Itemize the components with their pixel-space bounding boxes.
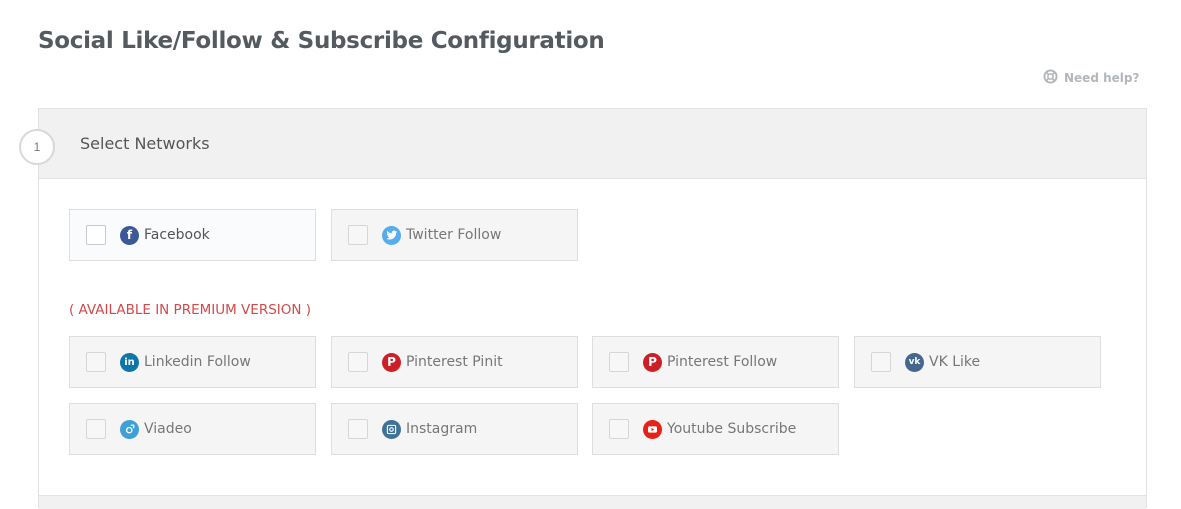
network-option-youtube-subscribe[interactable]: Youtube Subscribe xyxy=(592,403,839,455)
network-label: Pinterest Follow xyxy=(667,354,778,370)
pinterest-follow-checkbox[interactable] xyxy=(609,352,629,372)
network-label: Twitter Follow xyxy=(406,227,502,243)
network-label: Linkedin Follow xyxy=(144,354,251,370)
step-number: 1 xyxy=(19,129,55,165)
pinterest-pinit-checkbox[interactable] xyxy=(348,352,368,372)
viadeo-icon xyxy=(120,419,139,439)
network-option-linkedin-follow[interactable]: in Linkedin Follow xyxy=(69,336,316,388)
network-label: Pinterest Pinit xyxy=(406,354,503,370)
network-option-twitter-follow[interactable]: Twitter Follow xyxy=(331,209,578,261)
linkedin-icon: in xyxy=(120,352,139,372)
vk-like-checkbox[interactable] xyxy=(871,352,891,372)
twitter-icon xyxy=(382,225,401,245)
network-option-pinterest-follow[interactable]: P Pinterest Follow xyxy=(592,336,839,388)
twitter-follow-checkbox[interactable] xyxy=(348,225,368,245)
network-option-pinterest-pinit[interactable]: P Pinterest Pinit xyxy=(331,336,578,388)
facebook-checkbox[interactable] xyxy=(86,225,106,245)
network-label: Instagram xyxy=(406,421,478,437)
youtube-subscribe-checkbox[interactable] xyxy=(609,419,629,439)
linkedin-follow-checkbox[interactable] xyxy=(86,352,106,372)
network-option-instagram[interactable]: Instagram xyxy=(331,403,578,455)
network-label: VK Like xyxy=(929,354,981,370)
pinterest-icon: P xyxy=(643,352,662,372)
youtube-icon xyxy=(643,419,662,439)
network-option-viadeo[interactable]: Viadeo xyxy=(69,403,316,455)
page-title: Social Like/Follow & Subscribe Configura… xyxy=(38,28,605,54)
help-link[interactable]: Need help? xyxy=(1043,69,1139,87)
instagram-checkbox[interactable] xyxy=(348,419,368,439)
vk-icon: vk xyxy=(905,352,924,372)
pinterest-icon: P xyxy=(382,352,401,372)
help-label: Need help? xyxy=(1064,71,1140,85)
network-option-facebook[interactable]: f Facebook xyxy=(69,209,316,261)
panel-footer-bar xyxy=(39,495,1146,509)
premium-notice: ( AVAILABLE IN PREMIUM VERSION ) xyxy=(69,302,312,318)
viadeo-checkbox[interactable] xyxy=(86,419,106,439)
facebook-icon: f xyxy=(120,225,139,245)
step-title: Select Networks xyxy=(80,134,210,153)
panel-header: 1 Select Networks xyxy=(19,109,1146,179)
network-label: Youtube Subscribe xyxy=(667,421,797,437)
network-label: Facebook xyxy=(144,227,210,243)
network-label: Viadeo xyxy=(144,421,192,437)
instagram-icon xyxy=(382,419,401,439)
network-option-vk-like[interactable]: vk VK Like xyxy=(854,336,1101,388)
lifebuoy-icon xyxy=(1043,69,1058,87)
